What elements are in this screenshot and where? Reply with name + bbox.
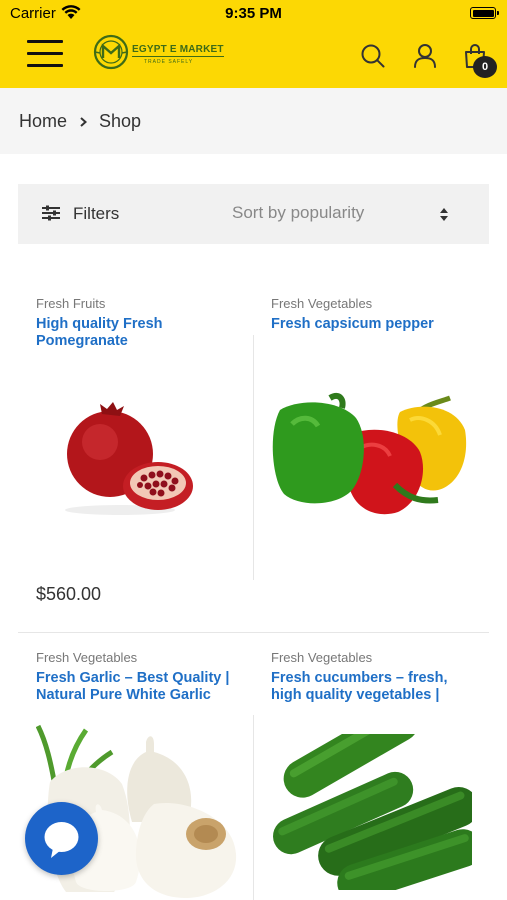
status-bar: Carrier 9:35 PM [0, 0, 507, 28]
logo-tagline: TRADE SAFELY [144, 59, 194, 65]
grid-divider [253, 335, 254, 580]
chevron-right-icon [80, 117, 88, 127]
user-icon[interactable] [412, 43, 438, 69]
menu-button[interactable] [27, 40, 63, 68]
bell-peppers-image[interactable] [270, 390, 470, 522]
clock: 9:35 PM [225, 5, 282, 22]
battery-icon [470, 7, 499, 19]
sliders-icon[interactable] [42, 205, 60, 221]
chat-button[interactable] [25, 802, 98, 875]
search-icon[interactable] [360, 43, 386, 69]
breadcrumb-home-link[interactable]: Home [19, 111, 67, 132]
sort-arrows-icon[interactable] [439, 207, 449, 222]
product-title[interactable]: Fresh Garlic – Best Quality | Natural Pu… [36, 670, 246, 704]
product-category[interactable]: Fresh Vegetables [271, 296, 481, 311]
app-header: Carrier 9:35 PM EGYPT E MARKET TRADE SAF… [0, 0, 507, 88]
logo-text: EGYPT E MARKET [132, 44, 224, 57]
product-title[interactable]: Fresh capsicum pepper [271, 316, 481, 333]
pomegranate-image[interactable] [60, 398, 195, 516]
product-category[interactable]: Fresh Fruits [36, 296, 246, 311]
cucumbers-image[interactable] [270, 734, 472, 890]
logo-emblem-icon [93, 34, 129, 70]
product-title[interactable]: Fresh cucumbers – fresh, high quality ve… [271, 670, 481, 704]
grid-divider [253, 715, 254, 900]
product-card[interactable]: Fresh Vegetables Fresh capsicum pepper [271, 296, 481, 333]
product-card[interactable]: Fresh Fruits High quality Fresh Pomegran… [36, 296, 246, 350]
product-category[interactable]: Fresh Vegetables [271, 650, 481, 665]
breadcrumb: Home Shop [0, 88, 507, 154]
product-category[interactable]: Fresh Vegetables [36, 650, 246, 665]
product-title[interactable]: High quality Fresh Pomegranate [36, 316, 246, 350]
site-logo[interactable]: EGYPT E MARKET TRADE SAFELY [92, 33, 224, 73]
product-price: $560.00 [36, 584, 102, 604]
product-card[interactable]: Fresh Vegetables Fresh Garlic – Best Qua… [36, 650, 246, 704]
cart-count-badge[interactable]: 0 [473, 56, 497, 78]
product-card[interactable]: Fresh Vegetables Fresh cucumbers – fresh… [271, 650, 481, 704]
filters-button[interactable]: Filters [73, 204, 119, 224]
shop-toolbar: Filters Sort by popularity [18, 184, 489, 244]
chat-bubble-icon [44, 822, 79, 858]
sort-select[interactable]: Sort by popularity [232, 203, 364, 223]
breadcrumb-current: Shop [99, 111, 142, 131]
grid-divider [18, 632, 489, 633]
